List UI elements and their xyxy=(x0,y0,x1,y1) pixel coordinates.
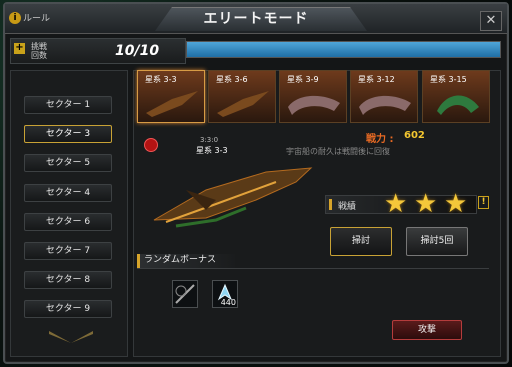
sweep-5-times-button[interactable]: 掃討5回 xyxy=(406,227,468,256)
challenge-label-line1: 挑戦 xyxy=(31,42,47,51)
sector-item[interactable]: セクター 6 xyxy=(24,213,112,231)
info-alert-icon[interactable]: ! xyxy=(478,196,489,209)
window-title: エリートモード xyxy=(203,11,309,27)
chevron-down-icon[interactable] xyxy=(49,331,93,343)
star-icon: ★ xyxy=(414,189,438,219)
stage-ship-icon xyxy=(288,95,340,115)
reward-item-gear-part[interactable] xyxy=(172,280,198,308)
stage-ship-icon xyxy=(359,95,411,115)
power-label: 戦力 : xyxy=(366,134,394,145)
random-bonus-header: ランダムボーナス xyxy=(137,254,235,268)
rating-label: 戦績 xyxy=(338,202,357,212)
stage-code: 3:3:0 xyxy=(200,136,219,144)
stage-tile[interactable]: 星系 3-3 xyxy=(137,70,205,123)
stage-name: 星系 3-3 xyxy=(196,146,228,155)
enemy-ship-image xyxy=(153,167,313,228)
stage-tile[interactable]: 星系 3-15 xyxy=(422,70,490,123)
star-icon: ★ xyxy=(384,189,408,219)
rules-button[interactable]: i ルール xyxy=(9,11,50,24)
sector-item[interactable]: セクター 1 xyxy=(24,96,112,114)
power-value: 602 xyxy=(404,130,425,141)
sector-item[interactable]: セクター 5 xyxy=(24,154,112,172)
attack-button[interactable]: 攻撃 xyxy=(392,320,462,340)
challenge-progress-fill xyxy=(187,42,500,57)
info-icon: i xyxy=(9,11,21,24)
sector-item[interactable]: セクター 8 xyxy=(24,271,112,289)
rules-label: ルール xyxy=(23,14,51,24)
challenge-count: 10/10 xyxy=(115,43,160,59)
sector-item[interactable]: セクター 7 xyxy=(24,242,112,260)
close-button[interactable]: ✕ xyxy=(480,11,502,31)
stage-ship-icon xyxy=(146,91,198,117)
sector-item[interactable]: セクター 4 xyxy=(24,184,112,202)
add-challenge-button[interactable]: + xyxy=(14,43,25,54)
faction-emblem-icon xyxy=(144,138,158,152)
stage-tile[interactable]: 星系 3-12 xyxy=(350,70,418,123)
reward-item-crystal[interactable]: 440 xyxy=(212,280,238,308)
sector-item[interactable]: セクター 3 xyxy=(24,125,112,143)
gear-part-icon xyxy=(175,284,195,304)
stage-tile[interactable]: 星系 3-9 xyxy=(279,70,347,123)
challenge-progress-bar xyxy=(186,41,501,58)
star-icon: ★ xyxy=(444,189,468,219)
challenge-label: 挑戦 回数 xyxy=(31,42,59,60)
stage-ship-icon xyxy=(217,91,269,117)
challenge-count-panel: + 挑戦 回数 10/10 xyxy=(10,38,186,64)
title-bar: エリートモード xyxy=(5,4,507,34)
sector-item[interactable]: セクター 9 xyxy=(24,300,112,318)
stage-ship-icon xyxy=(437,95,479,115)
challenge-label-line2: 回数 xyxy=(31,51,47,60)
rating-accent xyxy=(329,199,332,210)
sweep-button[interactable]: 掃討 xyxy=(330,227,392,256)
reward-qty: 440 xyxy=(220,298,236,307)
stage-tile[interactable]: 星系 3-6 xyxy=(208,70,276,123)
durability-hint: 宇宙船の耐久は戦闘後に回復 xyxy=(286,147,390,156)
